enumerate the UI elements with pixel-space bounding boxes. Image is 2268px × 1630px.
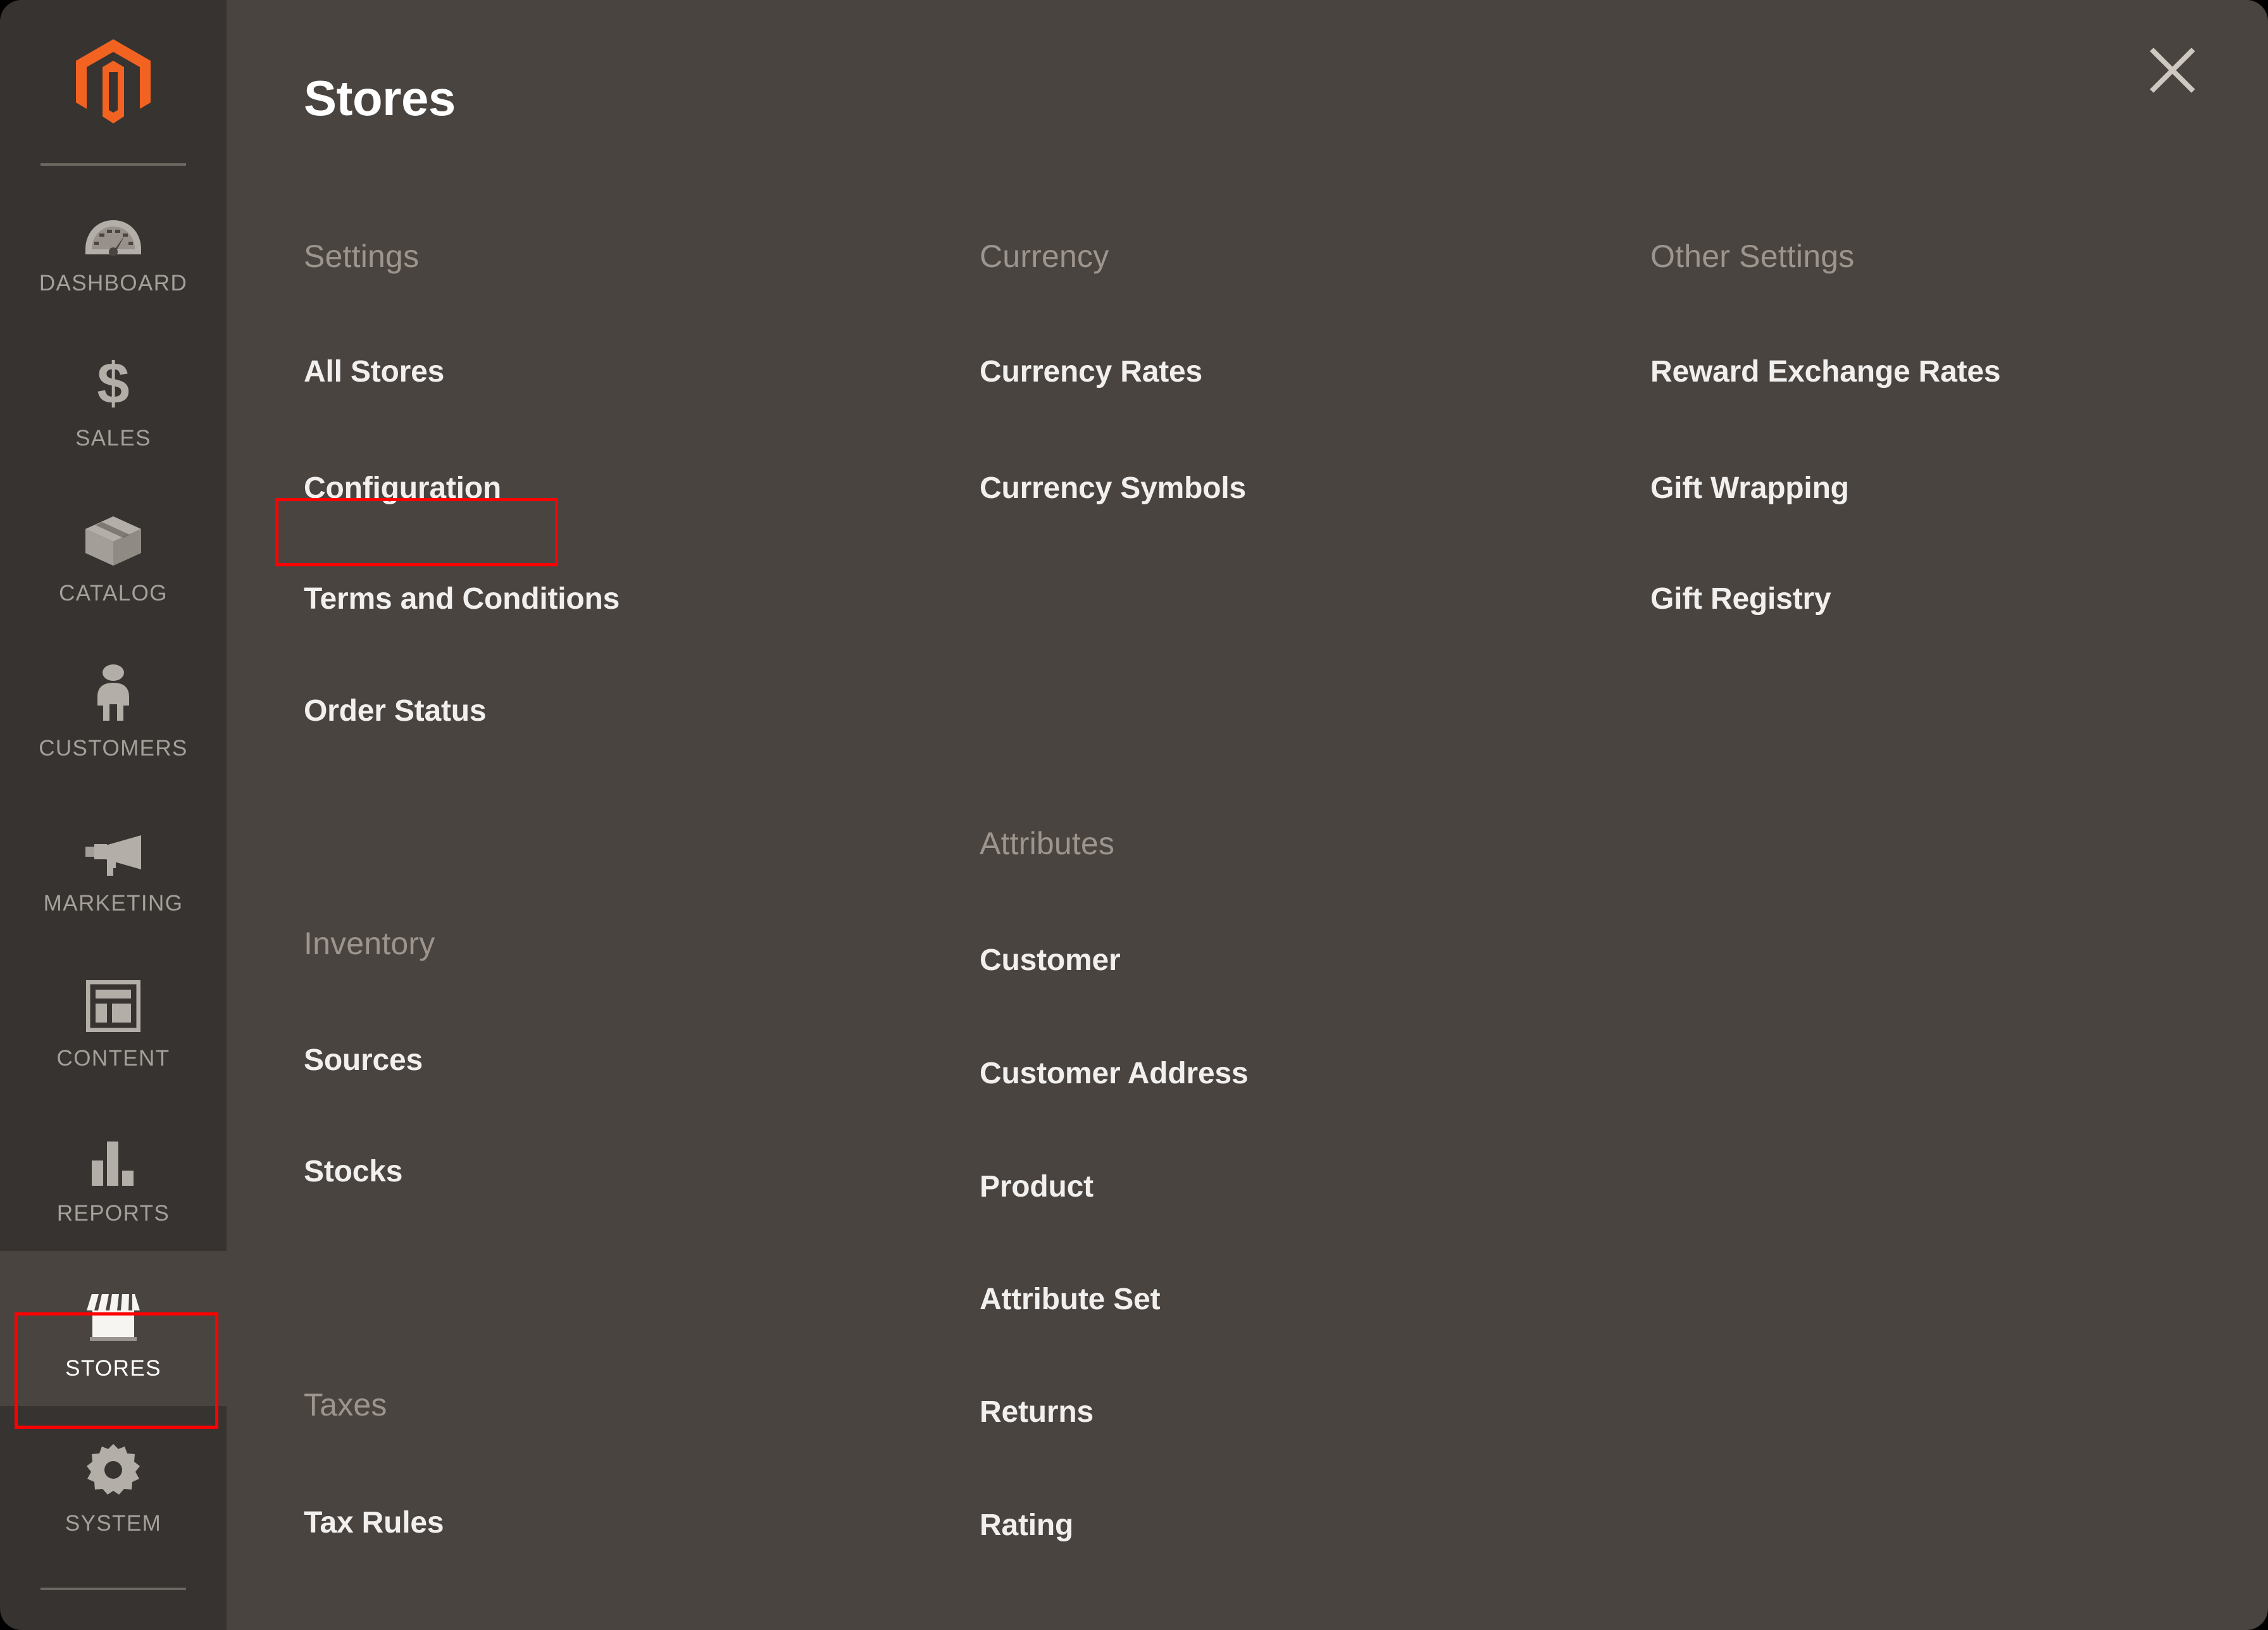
menu-link-all-stores[interactable]: All Stores	[304, 357, 444, 387]
box-icon	[84, 501, 142, 567]
dollar-icon: $	[94, 346, 133, 412]
bar-chart-icon	[88, 1121, 139, 1187]
menu-group-title: Inventory	[304, 926, 435, 961]
menu-link-gift-registry[interactable]: Gift Registry	[1650, 584, 1831, 614]
admin-sidebar: DASHBOARD $ SALES CATALOG CUSTOMERS MARK…	[0, 0, 227, 1630]
sidebar-item-label: STORES	[65, 1355, 161, 1381]
sidebar-item-catalog[interactable]: CATALOG	[0, 476, 227, 631]
menu-link-sources[interactable]: Sources	[304, 1045, 423, 1076]
sidebar-item-label: REPORTS	[56, 1200, 170, 1226]
sidebar-item-customers[interactable]: CUSTOMERS	[0, 631, 227, 786]
sidebar-item-label: CONTENT	[56, 1045, 170, 1071]
megaphone-icon	[83, 811, 144, 877]
menu-link-returns[interactable]: Returns	[980, 1397, 1094, 1428]
sidebar-item-system[interactable]: SYSTEM	[0, 1406, 227, 1561]
sidebar-item-label: DASHBOARD	[39, 270, 188, 296]
gauge-icon	[84, 191, 142, 257]
menu-link-customer[interactable]: Customer	[980, 945, 1121, 976]
menu-group-title: Attributes	[980, 826, 1115, 861]
menu-link-stocks[interactable]: Stocks	[304, 1157, 402, 1187]
sidebar-item-marketing[interactable]: MARKETING	[0, 786, 227, 941]
sidebar-item-dashboard[interactable]: DASHBOARD	[0, 166, 227, 321]
menu-link-gift-wrapping[interactable]: Gift Wrapping	[1650, 473, 1849, 504]
menu-link-customer-address[interactable]: Customer Address	[980, 1059, 1249, 1089]
menu-group-title: Taxes	[304, 1387, 387, 1422]
sidebar-item-label: SYSTEM	[65, 1510, 162, 1536]
menu-group-title: Other Settings	[1650, 239, 1855, 274]
menu-link-reward-exchange-rates[interactable]: Reward Exchange Rates	[1650, 357, 2001, 387]
menu-link-configuration[interactable]: Configuration	[304, 473, 501, 504]
menu-group-title: Currency	[980, 239, 1109, 274]
storefront-icon	[84, 1276, 142, 1342]
menu-group-title: Settings	[304, 239, 420, 274]
menu-link-attribute-set[interactable]: Attribute Set	[980, 1285, 1161, 1315]
gear-icon	[86, 1431, 140, 1497]
menu-link-currency-symbols[interactable]: Currency Symbols	[980, 473, 1246, 504]
menu-link-product[interactable]: Product	[980, 1172, 1094, 1202]
magento-admin-flyout: DASHBOARD $ SALES CATALOG CUSTOMERS MARK…	[0, 0, 2268, 1630]
menu-link-rating[interactable]: Rating	[980, 1510, 1073, 1541]
magento-logo[interactable]	[0, 0, 227, 163]
menu-link-tax-rules[interactable]: Tax Rules	[304, 1508, 444, 1538]
svg-text:$: $	[97, 355, 129, 412]
sidebar-item-label: CUSTOMERS	[39, 735, 188, 761]
sidebar-divider-bottom	[40, 1588, 186, 1590]
menu-columns: Settings All Stores Configuration Terms …	[227, 240, 2268, 1630]
sidebar-item-content[interactable]: CONTENT	[0, 941, 227, 1096]
close-icon[interactable]	[2138, 35, 2207, 105]
person-icon	[91, 656, 135, 722]
menu-link-order-status[interactable]: Order Status	[304, 696, 487, 726]
sidebar-item-label: CATALOG	[59, 580, 168, 606]
menu-link-terms-and-conditions[interactable]: Terms and Conditions	[304, 584, 620, 614]
page-title: Stores	[304, 70, 456, 127]
sidebar-item-reports[interactable]: REPORTS	[0, 1096, 227, 1251]
layout-icon	[86, 966, 140, 1032]
sidebar-item-sales[interactable]: $ SALES	[0, 321, 227, 476]
menu-link-currency-rates[interactable]: Currency Rates	[980, 357, 1202, 387]
stores-flyout-panel: Stores Settings All Stores Configuration…	[227, 0, 2268, 1630]
sidebar-item-label: SALES	[75, 425, 151, 451]
sidebar-item-stores[interactable]: STORES	[0, 1251, 227, 1406]
sidebar-item-label: MARKETING	[43, 890, 184, 916]
